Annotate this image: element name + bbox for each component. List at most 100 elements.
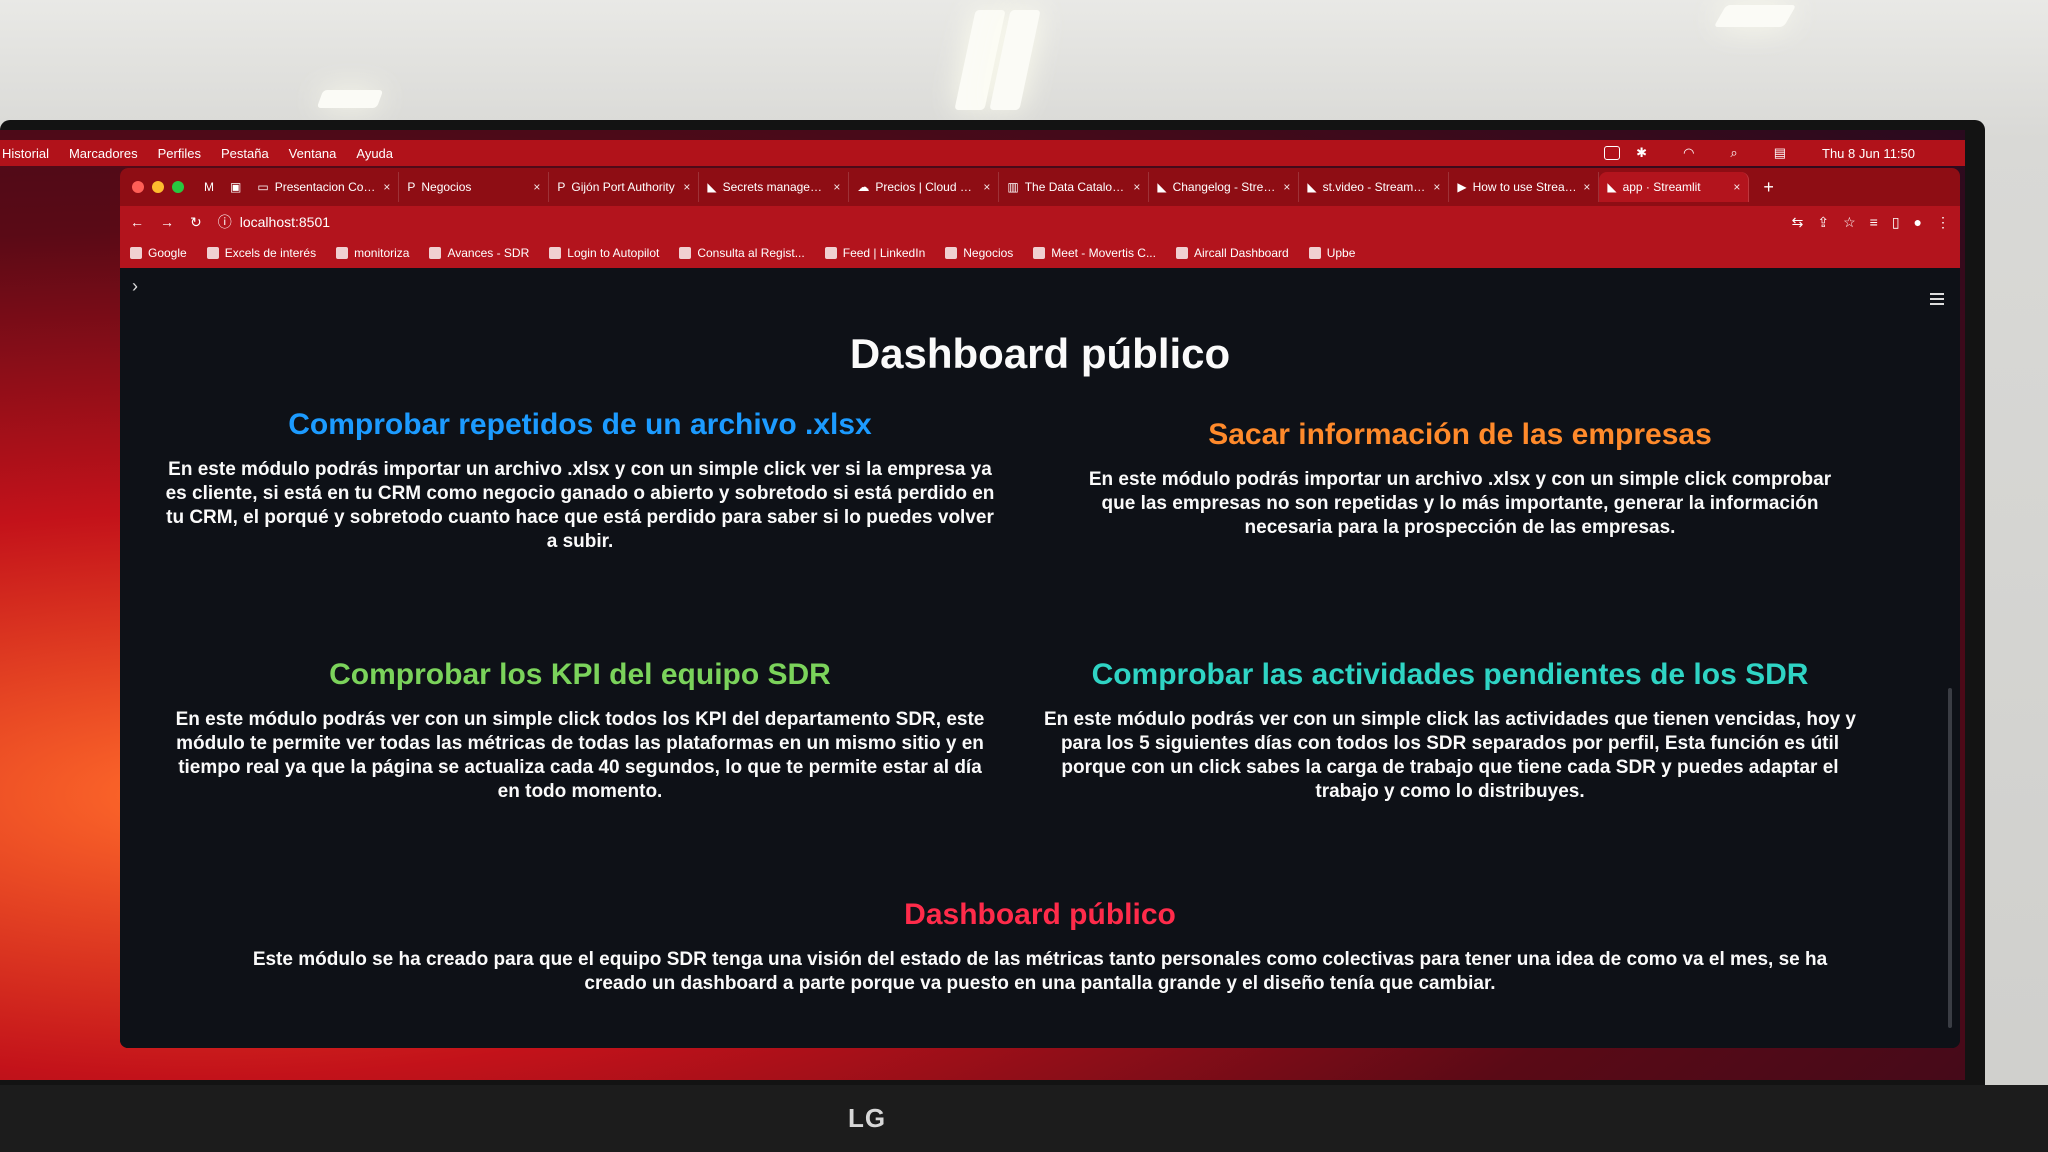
- sidebar-expand-chevron-icon[interactable]: ›: [132, 276, 138, 297]
- tab-precios[interactable]: ☁ Precios | Cloud Sto ×: [849, 172, 1000, 202]
- gmail-icon[interactable]: M: [196, 180, 222, 194]
- close-tab-icon[interactable]: ×: [983, 180, 990, 194]
- sidebar-icon[interactable]: ▯: [1892, 214, 1900, 231]
- streamlit-icon: ◣: [1607, 180, 1617, 194]
- tab-gijon[interactable]: P Gijón Port Authority ×: [549, 172, 700, 202]
- close-tab-icon[interactable]: ×: [1133, 180, 1140, 194]
- tab-bar: M ▣ ▭ Presentacion Comer × P Negocios × P Gij…: [120, 168, 1960, 206]
- close-tab-icon[interactable]: ×: [1283, 180, 1290, 194]
- star-icon[interactable]: ☆: [1843, 214, 1856, 231]
- bookmark-consulta[interactable]: Consulta al Regist...: [679, 246, 805, 260]
- meet-icon: [1033, 247, 1046, 259]
- tab-label: Changelog - Stream: [1172, 180, 1278, 194]
- monitoriza-icon: [336, 247, 349, 259]
- bookmark-label: Login to Autopilot: [567, 246, 660, 260]
- wifi-icon[interactable]: ◠: [1683, 145, 1694, 161]
- close-tab-icon[interactable]: ×: [683, 180, 690, 194]
- menu-ayuda[interactable]: Ayuda: [356, 146, 393, 161]
- menubar-clock[interactable]: Thu 8 Jun 11:50: [1822, 146, 1915, 161]
- search-icon[interactable]: ⌕: [1730, 145, 1737, 161]
- maximize-window-button[interactable]: [172, 181, 184, 193]
- bookmark-negocios[interactable]: Negocios: [945, 246, 1013, 260]
- new-tab-button[interactable]: +: [1749, 177, 1788, 198]
- streamlit-app: › Dashboard público Comprobar repetidos …: [120, 268, 1960, 1048]
- tab-how-to-use[interactable]: ▶ How to use Streamli ×: [1449, 172, 1600, 202]
- card-text: En este módulo podrás importar un archiv…: [1088, 469, 1832, 538]
- forward-arrow-icon[interactable]: →: [160, 214, 174, 230]
- pinned-tab-icon[interactable]: ▣: [222, 180, 249, 194]
- bookmark-avances[interactable]: Avances - SDR: [429, 246, 529, 260]
- close-tab-icon[interactable]: ×: [833, 180, 840, 194]
- bookmark-label: Avances - SDR: [447, 246, 530, 260]
- more-menu-icon[interactable]: ⋮: [1936, 214, 1950, 231]
- back-arrow-icon[interactable]: ←: [130, 214, 144, 230]
- bookmark-label: Feed | LinkedIn: [842, 246, 926, 260]
- scrollbar[interactable]: [1948, 688, 1952, 1028]
- bookmark-label: monitoriza: [354, 246, 410, 260]
- p-icon: P: [407, 180, 416, 194]
- bookmark-label: Upbe: [1326, 246, 1356, 260]
- close-tab-icon[interactable]: ×: [383, 180, 390, 194]
- bookmark-aircall[interactable]: Aircall Dashboard: [1175, 246, 1289, 260]
- translate-icon[interactable]: ⇆: [1792, 214, 1804, 231]
- ceiling-light: [316, 90, 384, 108]
- control-center-icon[interactable]: ▤: [1774, 145, 1786, 161]
- minimize-window-button[interactable]: [152, 181, 164, 193]
- card-informacion: Sacar información de las empresas En est…: [1070, 418, 1850, 540]
- card-repetidos: Comprobar repetidos de un archivo .xlsx …: [160, 408, 1000, 554]
- bookmark-monitoriza[interactable]: monitoriza: [336, 246, 409, 260]
- tab-st-video[interactable]: ◣ st.video - Streamlit D ×: [1299, 172, 1450, 202]
- tab-data-catalog[interactable]: ▥ The Data Catalog — ×: [999, 172, 1150, 202]
- tab-secrets[interactable]: ◣ Secrets managemen ×: [699, 172, 850, 202]
- close-tab-icon[interactable]: ×: [1733, 180, 1740, 194]
- menu-pestana[interactable]: Pestaña: [221, 146, 269, 161]
- close-window-button[interactable]: [132, 181, 144, 193]
- menu-historial[interactable]: Historial: [2, 146, 49, 161]
- battery-icon[interactable]: [1604, 146, 1621, 160]
- reading-list-icon[interactable]: ≡: [1870, 214, 1878, 231]
- monitor-bezel-bottom: [0, 1085, 2048, 1152]
- bookmark-excels[interactable]: Excels de interés: [206, 246, 317, 260]
- bookmark-label: Google: [148, 246, 187, 260]
- tab-label: st.video - Streamlit D: [1322, 180, 1428, 194]
- tab-negocios[interactable]: P Negocios ×: [399, 172, 550, 202]
- tab-changelog[interactable]: ◣ Changelog - Stream ×: [1149, 172, 1300, 202]
- bookmark-label: Consulta al Regist...: [697, 246, 805, 260]
- profile-avatar[interactable]: ●: [1914, 214, 1922, 231]
- card-text: Este módulo se ha creado para que el equ…: [252, 949, 1828, 994]
- close-tab-icon[interactable]: ×: [1433, 180, 1440, 194]
- close-tab-icon[interactable]: ×: [1583, 180, 1590, 194]
- bookmark-linkedin[interactable]: Feed | LinkedIn: [824, 246, 926, 260]
- tab-label: The Data Catalog —: [1024, 180, 1128, 194]
- tab-app-streamlit[interactable]: ◣ app · Streamlit ×: [1599, 172, 1750, 202]
- share-icon[interactable]: ⇪: [1817, 214, 1829, 231]
- bookmark-upbe[interactable]: Upbe: [1308, 246, 1356, 260]
- card-text: En este módulo podrás ver con un simple …: [1044, 709, 1856, 802]
- reload-icon[interactable]: ↻: [190, 214, 202, 231]
- address-bar[interactable]: ⓘ localhost:8501: [218, 212, 1776, 232]
- menu-ventana[interactable]: Ventana: [289, 146, 337, 161]
- menu-marcadores[interactable]: Marcadores: [69, 146, 138, 161]
- card-title: Comprobar repetidos de un archivo .xlsx: [288, 408, 872, 441]
- tab-label: Gijón Port Authority: [571, 180, 675, 194]
- bookmark-label: Negocios: [963, 246, 1014, 260]
- autopilot-icon: [549, 247, 562, 259]
- bookmark-meet[interactable]: Meet - Movertis C...: [1033, 246, 1156, 260]
- info-icon[interactable]: ⓘ: [218, 212, 232, 232]
- tab-presentacion[interactable]: ▭ Presentacion Comer ×: [249, 172, 400, 202]
- tab-label: Negocios: [421, 180, 472, 194]
- close-tab-icon[interactable]: ×: [533, 180, 540, 194]
- card-title: Sacar información de las empresas: [1208, 418, 1712, 451]
- streamlit-icon: ◣: [707, 180, 717, 194]
- url-text[interactable]: localhost:8501: [240, 214, 330, 230]
- menu-perfiles[interactable]: Perfiles: [158, 146, 201, 161]
- bookmark-label: Excels de interés: [224, 246, 317, 260]
- bookmark-autopilot[interactable]: Login to Autopilot: [549, 246, 659, 260]
- bluetooth-icon[interactable]: ✱: [1636, 145, 1647, 161]
- macos-menubar: Historial Marcadores Perfiles Pestaña Ve…: [0, 140, 1965, 166]
- bookmark-label: Aircall Dashboard: [1193, 246, 1289, 260]
- card-dashboard: Dashboard público Este módulo se ha crea…: [230, 898, 1850, 996]
- main-menu-icon[interactable]: [1930, 290, 1944, 308]
- tab-label: Precios | Cloud Sto: [875, 180, 978, 194]
- bookmark-google[interactable]: Google: [130, 246, 187, 260]
